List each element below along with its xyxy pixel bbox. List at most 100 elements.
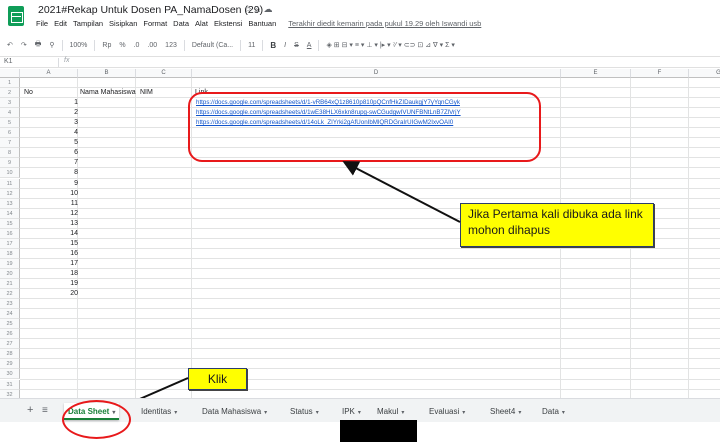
sheet-tab-evaluasi[interactable]: Evaluasi ▾	[425, 403, 469, 420]
zoom-select[interactable]: 100%	[69, 42, 89, 49]
sheet-tab-data-mahasiswa[interactable]: Data Mahasiswa ▾	[198, 403, 271, 420]
row-header-26[interactable]: 26	[0, 329, 20, 340]
row-header-16[interactable]: 16	[0, 228, 20, 239]
bold-button[interactable]: B	[269, 41, 277, 50]
row-header-2[interactable]: 2	[0, 88, 20, 99]
text-color-button[interactable]: A	[306, 42, 313, 49]
row-header-10[interactable]: 10	[0, 168, 20, 179]
chevron-down-icon[interactable]: ▾	[462, 410, 465, 416]
sheets-logo-icon[interactable]	[8, 6, 24, 26]
row-header-31[interactable]: 31	[0, 379, 20, 390]
name-box[interactable]: K1	[4, 58, 13, 65]
chevron-down-icon[interactable]: ▾	[264, 410, 267, 416]
font-select[interactable]: Default (Ca...	[191, 42, 234, 49]
decrease-decimal-button[interactable]: .0	[133, 42, 141, 49]
column-header-d[interactable]: D	[192, 69, 561, 78]
row-header-25[interactable]: 25	[0, 319, 20, 330]
row-header-13[interactable]: 13	[0, 198, 20, 209]
row-header-27[interactable]: 27	[0, 339, 20, 350]
sheet-tab-sheet4[interactable]: Sheet4 ▾	[486, 403, 525, 420]
row-header-4[interactable]: 4	[0, 108, 20, 119]
currency-button[interactable]: Rp	[101, 42, 112, 49]
sheet-tab-status[interactable]: Status ▾	[286, 403, 323, 420]
row-header-9[interactable]: 9	[0, 158, 20, 169]
row-header-20[interactable]: 20	[0, 268, 20, 279]
all-sheets-icon[interactable]: ≡	[42, 405, 48, 416]
redo-icon[interactable]: ↷	[20, 41, 28, 49]
row-header-14[interactable]: 14	[0, 208, 20, 219]
column-header-e[interactable]: E	[561, 69, 631, 78]
undo-icon[interactable]: ↶	[6, 41, 14, 49]
sheet-tab-identitas[interactable]: Identitas ▾	[137, 403, 181, 420]
last-edit-link[interactable]: Terakhir diedit kemarin pada pukul 19.29…	[288, 19, 481, 28]
add-sheet-icon[interactable]: +	[27, 404, 33, 416]
number-cell[interactable]: 15	[20, 239, 78, 249]
row-header-6[interactable]: 6	[0, 128, 20, 139]
number-cell[interactable]: 13	[20, 219, 78, 229]
sheet-tab-makul[interactable]: Makul ▾	[373, 403, 408, 420]
header-cell-nama-mahasiswa[interactable]: Nama Mahasiswa	[80, 88, 136, 98]
row-header-23[interactable]: 23	[0, 299, 20, 310]
row-header-1[interactable]: 1	[0, 78, 20, 88]
italic-button[interactable]: I	[283, 42, 287, 49]
font-size-select[interactable]: 11	[247, 42, 256, 49]
star-icon[interactable]: ☆	[244, 4, 255, 14]
row-header-8[interactable]: 8	[0, 148, 20, 159]
menu-item-sisipkan[interactable]: Sisipkan	[109, 19, 137, 28]
chevron-down-icon[interactable]: ▾	[358, 410, 361, 416]
number-cell[interactable]: 6	[20, 148, 78, 158]
percent-button[interactable]: %	[118, 42, 126, 49]
row-header-5[interactable]: 5	[0, 118, 20, 129]
menu-item-file[interactable]: File	[36, 19, 48, 28]
row-header-11[interactable]: 11	[0, 178, 20, 189]
sheet-tab-data[interactable]: Data ▾	[538, 403, 569, 420]
folder-icon[interactable]: ⌂	[255, 4, 263, 14]
row-header-18[interactable]: 18	[0, 248, 20, 259]
more-formats-button[interactable]: 123	[164, 42, 178, 49]
column-header-g[interactable]: G	[689, 69, 720, 78]
row-header-19[interactable]: 19	[0, 258, 20, 269]
chevron-down-icon[interactable]: ▾	[174, 410, 177, 416]
number-cell[interactable]: 9	[20, 179, 78, 189]
number-cell[interactable]: 14	[20, 229, 78, 239]
menu-item-tampilan[interactable]: Tampilan	[73, 19, 103, 28]
print-icon[interactable]: 🖶	[34, 40, 43, 51]
document-title[interactable]: 2021#Rekap Untuk Dosen PA_NamaDosen (29)	[38, 4, 263, 16]
row-header-22[interactable]: 22	[0, 289, 20, 300]
column-header-c[interactable]: C	[136, 69, 192, 78]
paint-format-icon[interactable]: ⚲	[48, 41, 55, 49]
chevron-down-icon[interactable]: ▾	[401, 410, 404, 416]
number-cell[interactable]: 17	[20, 259, 78, 269]
number-cell[interactable]: 18	[20, 269, 78, 279]
menu-item-edit[interactable]: Edit	[54, 19, 67, 28]
row-header-21[interactable]: 21	[0, 279, 20, 289]
strikethrough-button[interactable]: S	[293, 42, 300, 49]
menu-item-format[interactable]: Format	[143, 19, 167, 28]
row-header-12[interactable]: 12	[0, 188, 20, 199]
number-cell[interactable]: 2	[20, 108, 78, 118]
menu-item-bantuan[interactable]: Bantuan	[248, 19, 276, 28]
column-header-b[interactable]: B	[78, 69, 136, 78]
number-cell[interactable]: 12	[20, 209, 78, 219]
row-header-29[interactable]: 29	[0, 359, 20, 370]
menu-item-alat[interactable]: Alat	[195, 19, 208, 28]
chevron-down-icon[interactable]: ▾	[518, 410, 521, 416]
select-all-corner[interactable]	[0, 69, 20, 78]
chevron-down-icon[interactable]: ▾	[562, 410, 565, 416]
more-tools[interactable]: ◈ ⊞ ⊟ ▾ ≡ ▾ ⊥ ▾ |▸ ▾ ⁷⁄ ▾ ⊂⊃ ⊡ ⊿ ∇ ▾ Σ ▾	[325, 41, 455, 49]
number-cell[interactable]: 10	[20, 189, 78, 199]
row-header-3[interactable]: 3	[0, 98, 20, 109]
row-header-24[interactable]: 24	[0, 309, 20, 320]
menu-item-ekstensi[interactable]: Ekstensi	[214, 19, 242, 28]
number-cell[interactable]: 16	[20, 249, 78, 259]
column-header-f[interactable]: F	[631, 69, 689, 78]
header-cell-nim[interactable]: NIM	[140, 88, 153, 98]
number-cell[interactable]: 3	[20, 118, 78, 128]
chevron-down-icon[interactable]: ▾	[316, 410, 319, 416]
row-header-32[interactable]: 32	[0, 389, 20, 398]
increase-decimal-button[interactable]: .00	[146, 42, 158, 49]
row-header-17[interactable]: 17	[0, 238, 20, 249]
row-header-7[interactable]: 7	[0, 138, 20, 149]
number-cell[interactable]: 19	[20, 279, 78, 289]
number-cell[interactable]: 7	[20, 158, 78, 168]
